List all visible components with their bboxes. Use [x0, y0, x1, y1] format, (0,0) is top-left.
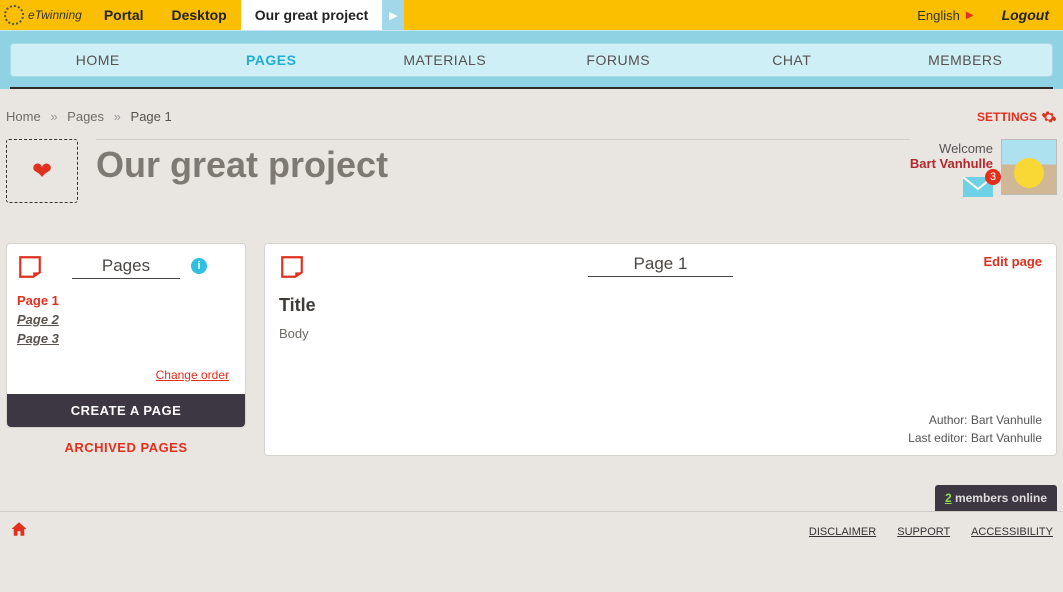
nav-materials[interactable]: MATERIALS: [358, 44, 532, 76]
editor-line: Last editor: Bart Vanhulle: [279, 429, 1042, 447]
project-image-placeholder[interactable]: ❤: [6, 139, 78, 203]
home-icon[interactable]: [10, 520, 28, 543]
footer-accessibility[interactable]: ACCESSIBILITY: [971, 526, 1053, 538]
logout-link[interactable]: Logout: [988, 0, 1063, 30]
archived-pages-link[interactable]: ARCHIVED PAGES: [6, 428, 246, 467]
nav-home[interactable]: HOME: [11, 44, 185, 76]
main-nav-band: HOME PAGES MATERIALS FORUMS CHAT MEMBERS: [0, 30, 1063, 89]
topnav-dropdown-arrow-icon[interactable]: ▶: [382, 0, 404, 30]
crumb-current: Page 1: [131, 109, 172, 124]
footer-disclaimer[interactable]: DISCLAIMER: [809, 526, 876, 538]
crumb-home[interactable]: Home: [6, 109, 41, 124]
page-icon: [17, 254, 43, 285]
content-title: Title: [279, 295, 1042, 316]
topnav-project[interactable]: Our great project: [241, 0, 383, 30]
create-page-button[interactable]: CREATE A PAGE: [7, 394, 245, 427]
page-link-2[interactable]: Page 2: [17, 312, 235, 327]
nav-pages[interactable]: PAGES: [185, 44, 359, 76]
main-nav: HOME PAGES MATERIALS FORUMS CHAT MEMBERS: [10, 43, 1053, 77]
user-box: Welcome Bart Vanhulle 3: [910, 139, 1057, 200]
brand-text: eTwinning: [28, 8, 82, 22]
nav-members[interactable]: MEMBERS: [879, 44, 1053, 76]
footer-support[interactable]: SUPPORT: [897, 526, 950, 538]
mailbox[interactable]: 3: [963, 177, 993, 200]
language-selector[interactable]: English ▶: [903, 0, 987, 30]
content-body: Body: [279, 326, 1042, 341]
welcome-label: Welcome: [910, 141, 993, 156]
page-icon: [279, 254, 305, 285]
change-order-link[interactable]: Change order: [156, 368, 229, 382]
crumb-pages[interactable]: Pages: [67, 109, 104, 124]
user-name[interactable]: Bart Vanhulle: [910, 156, 993, 171]
edit-page-link[interactable]: Edit page: [983, 254, 1042, 269]
pages-panel: Pages i Page 1 Page 2 Page 3 Change orde…: [6, 243, 246, 428]
topnav-portal[interactable]: Portal: [90, 0, 158, 30]
online-label: members online: [952, 491, 1047, 505]
settings-label: SETTINGS: [977, 110, 1037, 124]
mail-icon: [963, 185, 993, 200]
nav-forums[interactable]: FORUMS: [532, 44, 706, 76]
content-heading: Page 1: [588, 254, 734, 277]
logo-icon: [4, 5, 24, 25]
author-line: Author: Bart Vanhulle: [279, 411, 1042, 429]
members-online[interactable]: 2 members online: [935, 485, 1057, 511]
triangle-right-icon: ▶: [966, 10, 974, 21]
avatar[interactable]: [1001, 139, 1057, 195]
settings-link[interactable]: SETTINGS: [977, 109, 1057, 125]
page-link-3[interactable]: Page 3: [17, 331, 235, 346]
mail-count-badge: 3: [985, 169, 1001, 185]
gear-icon: [1041, 109, 1057, 125]
heart-icon: ❤: [32, 157, 52, 186]
top-bar: eTwinning Portal Desktop Our great proje…: [0, 0, 1063, 30]
content-panel: Page 1 Edit page Title Body Author: Bart…: [264, 243, 1057, 456]
language-label: English: [917, 8, 960, 23]
brand-logo[interactable]: eTwinning: [0, 0, 90, 30]
info-icon[interactable]: i: [191, 258, 207, 274]
topnav-desktop[interactable]: Desktop: [158, 0, 241, 30]
project-title: Our great project: [96, 139, 910, 186]
nav-chat[interactable]: CHAT: [705, 44, 879, 76]
online-count: 2: [945, 491, 952, 505]
breadcrumb: Home » Pages » Page 1: [6, 109, 172, 125]
page-link-1[interactable]: Page 1: [17, 293, 235, 308]
footer: 2 members online DISCLAIMER SUPPORT ACCE…: [0, 485, 1063, 553]
pages-heading: Pages: [72, 256, 180, 279]
